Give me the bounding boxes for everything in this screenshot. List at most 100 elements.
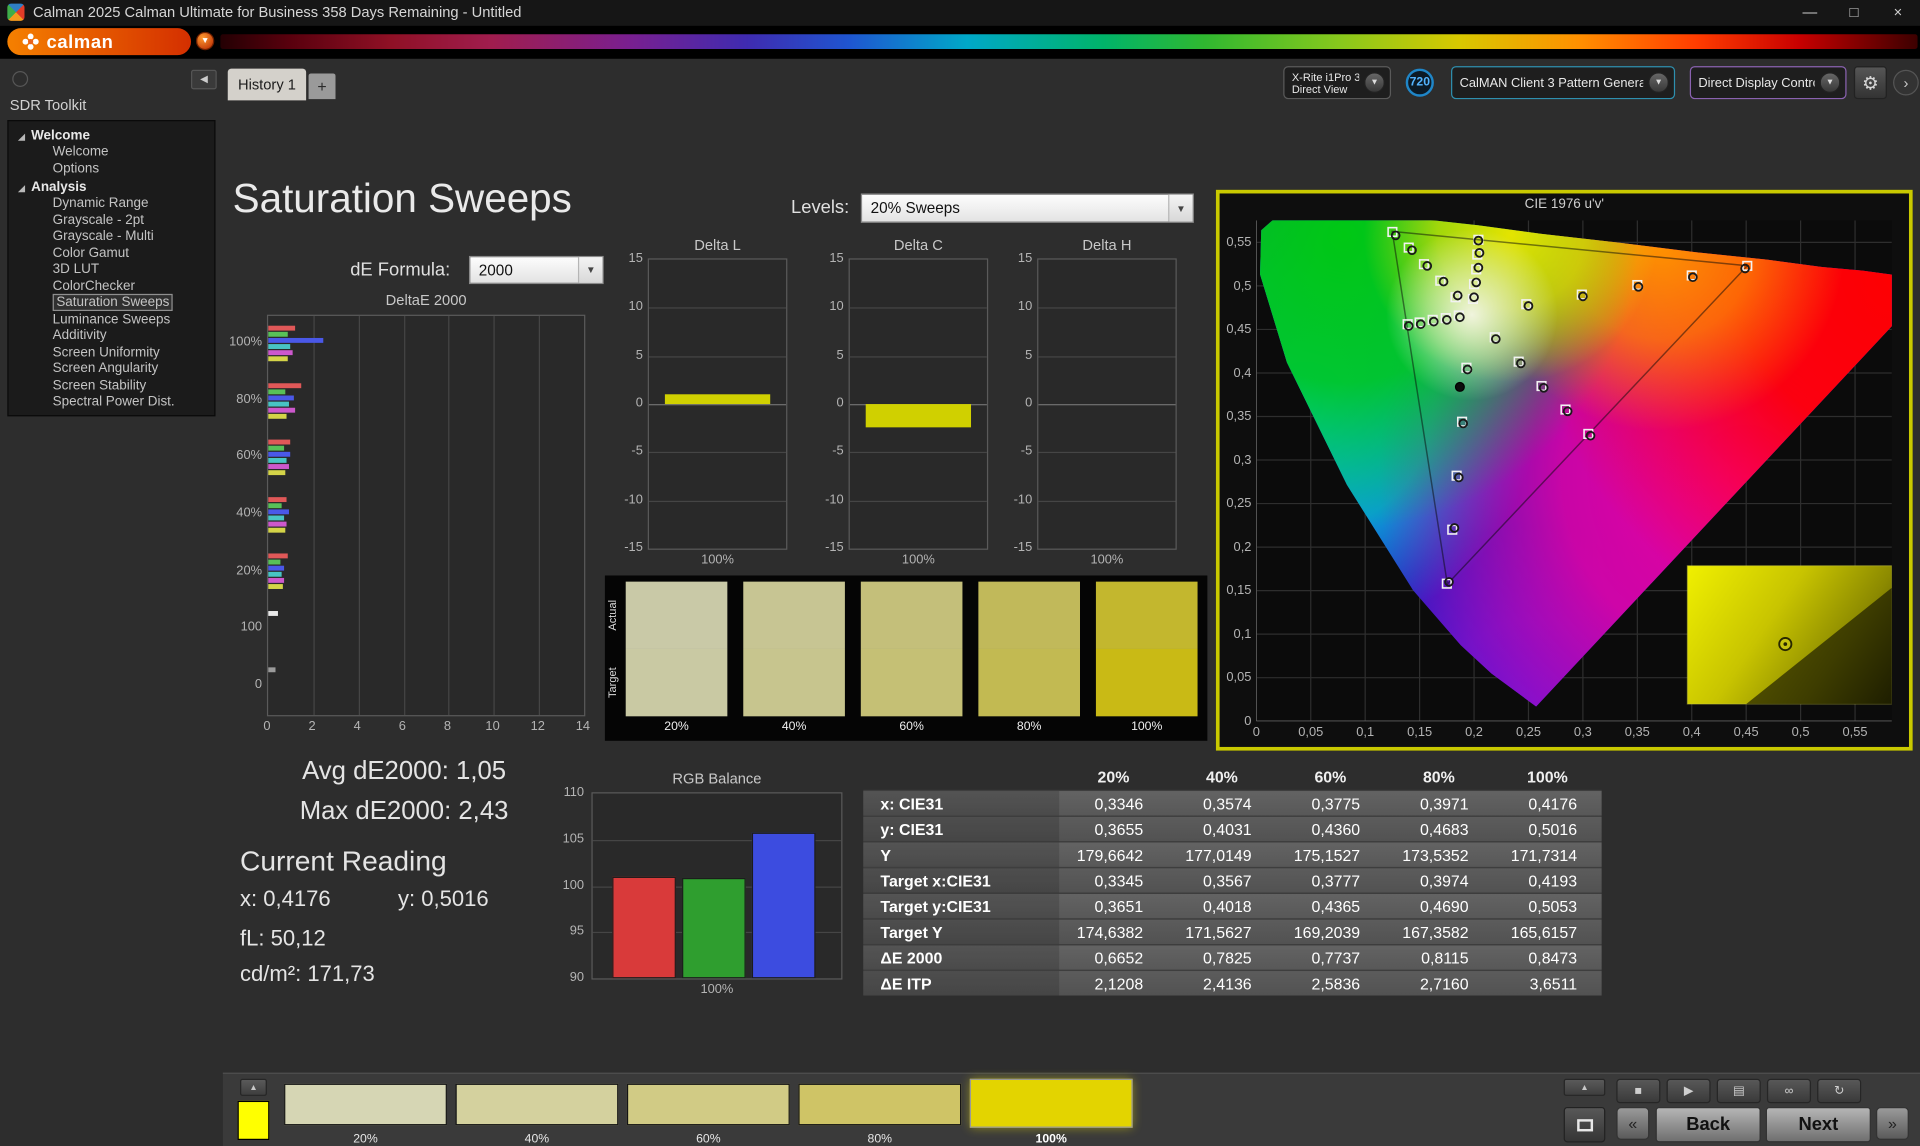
axis-tick-label: -10 (1013, 491, 1033, 507)
next-button[interactable]: Next (1765, 1106, 1872, 1143)
test-patch-20pct[interactable] (284, 1083, 447, 1126)
sidebar-item-label: Luminance Sweeps (52, 311, 171, 327)
sidebar-item-welcome[interactable]: Welcome (9, 144, 215, 161)
tree-section-welcome[interactable]: ◢ Welcome (9, 127, 215, 144)
table-row-label: Y (863, 842, 1060, 867)
close-button[interactable]: × (1876, 0, 1920, 26)
link-button[interactable]: ∞ (1766, 1078, 1812, 1104)
sidebar-item-color-gamut[interactable]: Color Gamut (9, 246, 215, 263)
sidebar-item-dynamic-range[interactable]: Dynamic Range (9, 196, 215, 213)
test-patch-80pct[interactable] (798, 1083, 962, 1126)
actual-swatch-100pct (1095, 581, 1198, 649)
chevron-down-icon[interactable]: ▼ (1819, 72, 1841, 94)
axis-tick-label: 0 (254, 676, 263, 692)
sidebar-item-additivity[interactable]: Additivity (9, 328, 215, 345)
deltae-bar (268, 337, 323, 343)
back-button[interactable]: Back (1655, 1106, 1761, 1143)
stop-button[interactable]: ■ (1616, 1078, 1661, 1104)
minimize-button[interactable]: — (1788, 0, 1832, 26)
axis-tick-label: 5 (1025, 347, 1033, 363)
rgb-balance-title: RGB Balance (672, 770, 762, 788)
sidebar-item-spectral-power-dist[interactable]: Spectral Power Dist. (9, 394, 215, 411)
axis-tick-label: 0 (263, 718, 271, 734)
table-cell: 0,3655 (1094, 819, 1144, 839)
maximize-button[interactable]: □ (1832, 0, 1876, 26)
target-swatch-60pct (860, 648, 963, 717)
next-fast-button[interactable]: » (1875, 1106, 1909, 1140)
deltae-bar (268, 464, 289, 470)
tree-expanded-icon[interactable]: ◢ (18, 133, 25, 142)
deltae-bar (268, 496, 287, 502)
axis-tick-label: 100 (562, 877, 585, 893)
play-button[interactable]: ▶ (1666, 1078, 1711, 1104)
axis-tick-label: 0,2 (1233, 539, 1252, 555)
test-patch-40pct[interactable] (455, 1083, 619, 1126)
tree-section-analysis[interactable]: ◢ Analysis (9, 179, 215, 196)
back-fast-button[interactable]: « (1616, 1106, 1650, 1140)
swatch-label: 100% (1131, 720, 1163, 734)
add-tab-button[interactable]: + (308, 73, 336, 100)
sidebar-item-saturation-sweeps[interactable]: Saturation Sweeps (9, 293, 215, 312)
meter-select[interactable]: X-Rite i1Pro 3 Direct View ▼ (1283, 66, 1392, 100)
refresh-button[interactable]: ↻ (1817, 1078, 1862, 1104)
pattern-generator-select[interactable]: CalMAN Client 3 Pattern Generator ▼ (1451, 66, 1676, 100)
gridline (1038, 355, 1176, 358)
table-row: Y 179,6642 177,0149 175,1527 173,5352 171,731… (863, 841, 1602, 867)
test-patch-60pct[interactable] (626, 1083, 790, 1126)
axis-tick-label: -15 (624, 540, 643, 555)
chevron-down-icon[interactable]: ▼ (1364, 72, 1385, 94)
tree-expanded-icon[interactable]: ◢ (18, 185, 25, 194)
test-patch-100pct[interactable] (969, 1078, 1133, 1128)
axis-tick-label: 105 (562, 831, 585, 846)
display-control-select[interactable]: Direct Display Control ▼ (1689, 66, 1847, 100)
table-cell: 174,6382 (1076, 922, 1144, 942)
link-icon: ∞ (1784, 1084, 1794, 1098)
sidebar-item-label: Screen Stability (52, 377, 147, 393)
axis-tick-label: 0,25 (1515, 724, 1541, 740)
save-button[interactable]: ▤ (1716, 1078, 1761, 1104)
cie-zoom-inset (1686, 565, 1892, 705)
save-icon: ▤ (1732, 1084, 1745, 1098)
axis-tick-label: 100% (229, 334, 263, 350)
logo-menu-button[interactable]: ▼ (195, 31, 215, 51)
deltae-bar (268, 584, 284, 590)
levels-select[interactable]: 20% Sweeps ▼ (860, 193, 1194, 223)
sidebar-item-label: 3D LUT (52, 262, 100, 277)
axis-tick-label: 0 (836, 395, 844, 411)
table-cell: 2,5836 (1311, 974, 1361, 993)
gridline (648, 355, 787, 358)
sidebar-item-grayscale-multi[interactable]: Grayscale - Multi (9, 229, 215, 246)
table-cell: 0,3775 (1311, 794, 1361, 813)
controls-up-button[interactable]: ▲ (1563, 1078, 1606, 1096)
delta-l-title: Delta L (694, 236, 741, 254)
sidebar-item-luminance-sweeps[interactable]: Luminance Sweeps (9, 312, 215, 329)
rgb-bar-green (682, 878, 746, 979)
sidebar-item-colorchecker[interactable]: ColorChecker (9, 279, 215, 296)
gridline (1038, 452, 1176, 454)
window-pattern-button[interactable] (1563, 1106, 1606, 1143)
sidebar-item-screen-stability[interactable]: Screen Stability (9, 378, 215, 395)
settings-button[interactable]: ⚙ (1853, 66, 1887, 100)
axis-tick-label: 0,5 (1233, 278, 1252, 294)
sidebar-item-options[interactable]: Options (9, 161, 215, 178)
deltae-bar (268, 527, 286, 533)
sidebar-item-3d-lut[interactable]: 3D LUT (9, 262, 215, 279)
sidebar-item-screen-uniformity[interactable]: Screen Uniformity (9, 345, 215, 362)
sidebar-collapse-button[interactable]: ◀ (191, 69, 217, 90)
axis-tick-label: 90 (569, 969, 585, 985)
tab-history-1[interactable]: History 1 (227, 68, 307, 101)
patch-label: 80% (867, 1132, 893, 1146)
table-cell: 0,7825 (1202, 948, 1252, 967)
de-formula-select[interactable]: 2000 ▼ (468, 255, 604, 285)
calman-logo[interactable]: calman (7, 28, 192, 56)
chevron-down-icon[interactable]: ▼ (1648, 72, 1669, 94)
patch-label: 100% (1035, 1132, 1067, 1146)
sidebar-item-grayscale-2pt[interactable]: Grayscale - 2pt (9, 212, 215, 229)
sidebar-item-screen-angularity[interactable]: Screen Angularity (9, 361, 215, 378)
toolbar-overflow-button[interactable]: › (1893, 69, 1919, 96)
rgb-balance-xlabel: 100% (700, 982, 734, 997)
deltae-bar (268, 610, 279, 616)
table-row: ΔE 2000 0,6652 0,7825 0,7737 0,8115 0,8473 (863, 944, 1602, 970)
patch-up-button[interactable]: ▲ (240, 1078, 267, 1096)
axis-tick-label: 40% (236, 505, 263, 521)
